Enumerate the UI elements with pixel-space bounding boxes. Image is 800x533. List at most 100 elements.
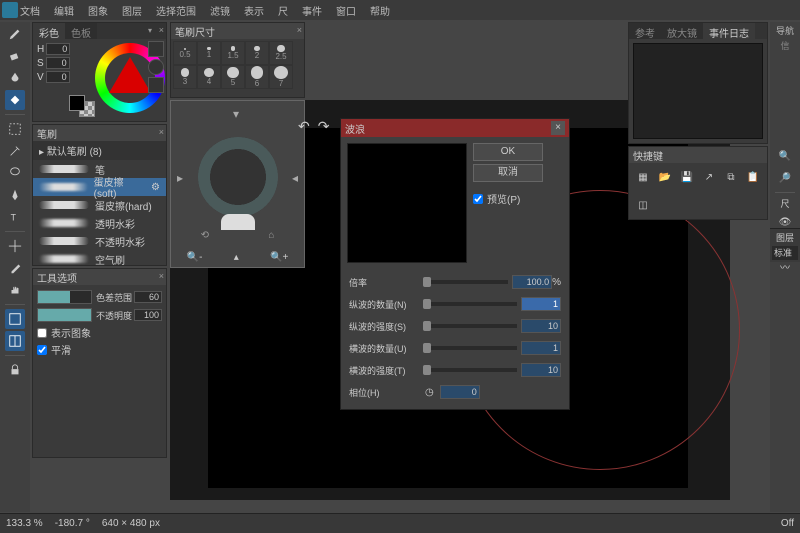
brushsize-cell[interactable]: 2 bbox=[245, 41, 269, 65]
show-image-checkbox[interactable] bbox=[37, 328, 47, 338]
close-icon[interactable]: × bbox=[297, 25, 302, 35]
undo-icon[interactable]: ↶ bbox=[298, 118, 310, 136]
menu-file[interactable]: 文档 bbox=[20, 3, 40, 18]
grid-a-tool[interactable] bbox=[5, 309, 25, 329]
color-mode-icon[interactable] bbox=[148, 59, 164, 75]
copy-icon[interactable]: ⧉ bbox=[723, 169, 739, 185]
open-icon[interactable]: 📂 bbox=[657, 169, 673, 185]
brushsize-cell[interactable]: 6 bbox=[245, 65, 269, 89]
zoom-in-icon[interactable]: 🔍+ bbox=[270, 252, 288, 263]
text-tool[interactable]: T bbox=[5, 207, 25, 227]
smooth-checkbox[interactable] bbox=[37, 345, 47, 355]
param-slider[interactable] bbox=[423, 280, 508, 284]
tab-nav[interactable]: 导航 bbox=[776, 24, 794, 37]
panel-menu-icon[interactable]: ▾ bbox=[148, 26, 152, 35]
param-slider[interactable] bbox=[423, 368, 517, 372]
zoom-out-icon[interactable]: 🔍- bbox=[187, 252, 203, 263]
home-icon[interactable]: ⌂ bbox=[268, 230, 274, 241]
brushsize-cell[interactable]: 3 bbox=[173, 65, 197, 89]
sv-triangle[interactable] bbox=[109, 57, 151, 93]
navigator-thumbnail[interactable] bbox=[633, 43, 763, 139]
hue-range-slider[interactable] bbox=[37, 290, 92, 304]
brush-item[interactable]: 不透明水彩 bbox=[33, 232, 166, 250]
new-icon[interactable]: ▦ bbox=[635, 169, 651, 185]
close-icon[interactable]: × bbox=[159, 127, 164, 137]
hand-tool[interactable] bbox=[5, 280, 25, 300]
rotation-ring[interactable] bbox=[198, 137, 278, 217]
menu-edit[interactable]: 编辑 bbox=[54, 3, 74, 18]
bucket-tool[interactable] bbox=[5, 90, 25, 110]
arrow-up-icon[interactable]: ▴ bbox=[234, 252, 239, 263]
brush-group[interactable]: ▸ 默认笔刷 (8) bbox=[33, 141, 166, 160]
param-slider[interactable] bbox=[423, 324, 517, 328]
eyedrop-tool[interactable] bbox=[5, 258, 25, 278]
menu-layer[interactable]: 图层 bbox=[122, 3, 142, 18]
save-icon[interactable]: 💾 bbox=[679, 169, 695, 185]
pen-tool[interactable] bbox=[5, 185, 25, 205]
hue-range-value[interactable] bbox=[134, 291, 162, 303]
crop-icon[interactable]: ◫ bbox=[635, 197, 651, 213]
zoom-out-icon[interactable]: 🔎 bbox=[775, 168, 795, 188]
param-slider[interactable] bbox=[423, 302, 517, 306]
v-input[interactable] bbox=[46, 71, 70, 83]
color-mode-icon[interactable] bbox=[148, 41, 164, 57]
export-icon[interactable]: ↗ bbox=[701, 169, 717, 185]
redo-icon[interactable]: ↷ bbox=[318, 118, 330, 136]
brushsize-cell[interactable]: 0.5 bbox=[173, 41, 197, 65]
reset-view-icon[interactable]: ⟲ bbox=[201, 230, 209, 241]
tab-reference[interactable]: 参考 bbox=[629, 23, 661, 39]
param-value[interactable] bbox=[521, 297, 561, 311]
param-value[interactable] bbox=[521, 319, 561, 333]
rotation-handle[interactable] bbox=[221, 214, 255, 230]
brushsize-cell[interactable]: 5 bbox=[221, 65, 245, 89]
menu-filter[interactable]: 滤镜 bbox=[210, 3, 230, 18]
brushsize-cell[interactable]: 1.5 bbox=[221, 41, 245, 65]
eraser-tool[interactable] bbox=[5, 46, 25, 66]
grid-b-tool[interactable] bbox=[5, 331, 25, 351]
brush-item[interactable]: 空气刷 bbox=[33, 250, 166, 268]
menu-help[interactable]: 帮助 bbox=[370, 3, 390, 18]
clock-icon[interactable]: ◷ bbox=[425, 387, 434, 398]
menu-image[interactable]: 图象 bbox=[88, 3, 108, 18]
lock-tool[interactable] bbox=[5, 360, 25, 380]
param-value[interactable] bbox=[521, 341, 561, 355]
cancel-button[interactable]: 取消 bbox=[473, 164, 543, 182]
tab-swatch[interactable]: 色板 bbox=[65, 23, 97, 39]
param-value[interactable] bbox=[440, 385, 480, 399]
blend-tool[interactable] bbox=[5, 68, 25, 88]
param-value[interactable] bbox=[521, 363, 561, 377]
close-icon[interactable]: × bbox=[159, 25, 164, 35]
opacity-value[interactable] bbox=[134, 309, 162, 321]
brushsize-cell[interactable]: 4 bbox=[197, 65, 221, 89]
brush-item[interactable]: 蛋皮擦(hard) bbox=[33, 196, 166, 214]
menu-window[interactable]: 窗口 bbox=[336, 3, 356, 18]
zoom-in-icon[interactable]: 🔍 bbox=[775, 146, 795, 166]
move-tool[interactable] bbox=[5, 236, 25, 256]
brushsize-cell[interactable]: 1 bbox=[197, 41, 221, 65]
brushsize-cell[interactable]: 7 bbox=[269, 65, 293, 89]
marquee-tool[interactable] bbox=[5, 119, 25, 139]
ok-button[interactable]: OK bbox=[473, 143, 543, 161]
close-icon[interactable]: × bbox=[159, 271, 164, 281]
brush-item[interactable]: 透明水彩 bbox=[33, 214, 166, 232]
arrow-left-icon[interactable]: ◂ bbox=[292, 171, 298, 185]
wand-tool[interactable] bbox=[5, 141, 25, 161]
color-mode-icon[interactable] bbox=[148, 77, 164, 93]
tab-eventlog[interactable]: 事件日志 bbox=[703, 23, 755, 39]
menu-view[interactable]: 表示 bbox=[244, 3, 264, 18]
param-slider[interactable] bbox=[423, 346, 517, 350]
ruler-label[interactable]: 尺 bbox=[780, 197, 789, 210]
brush-item[interactable]: 蛋皮擦(soft)⚙ bbox=[33, 178, 166, 196]
opacity-slider[interactable] bbox=[37, 308, 92, 322]
arrow-down-icon[interactable]: ▾ bbox=[233, 107, 239, 121]
color-swatches[interactable] bbox=[69, 95, 95, 115]
paste-icon[interactable]: 📋 bbox=[745, 169, 761, 185]
menu-ruler[interactable]: 尺 bbox=[278, 3, 288, 18]
s-input[interactable] bbox=[46, 57, 70, 69]
brushsize-cell[interactable]: 2.5 bbox=[269, 41, 293, 65]
menu-event[interactable]: 事件 bbox=[302, 3, 322, 18]
param-value[interactable] bbox=[512, 275, 552, 289]
lasso-tool[interactable] bbox=[5, 163, 25, 183]
brush-tool[interactable] bbox=[5, 24, 25, 44]
tab-magnifier[interactable]: 放大镜 bbox=[661, 23, 703, 39]
